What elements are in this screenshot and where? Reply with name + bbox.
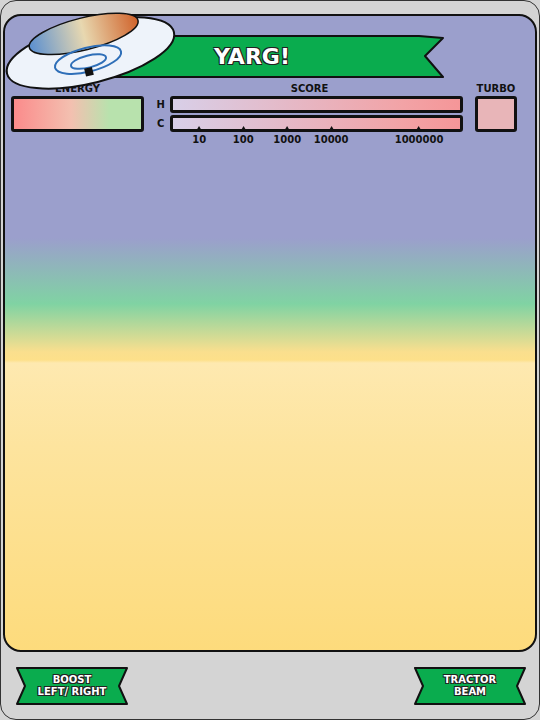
tick-label: 100	[233, 134, 254, 145]
tick-label: 10	[192, 134, 206, 145]
score-fill	[173, 99, 460, 110]
tick-mark	[196, 126, 202, 131]
score-meter: SCORE HC 10 100 1000 10000 1000000	[156, 83, 463, 154]
score-bar	[170, 96, 463, 113]
score-tick: 10	[192, 126, 206, 145]
score-scale: 10 100 1000 10000 1000000	[170, 132, 463, 154]
score-row: H	[156, 96, 463, 113]
tick-label: 1000	[273, 134, 301, 145]
play-field: YARG! ENERGY SCORE HC 10 100 1000 10000 1000000 T…	[3, 14, 537, 652]
tick-mark	[416, 126, 422, 131]
control-button[interactable]: BOOSTLEFT/ RIGHT	[15, 666, 129, 706]
turbo-fill	[478, 99, 514, 129]
turbo-label: TURBO	[477, 83, 516, 95]
score-tick: 10000	[314, 126, 349, 145]
score-row-label: H	[156, 99, 166, 110]
score-row-label: C	[156, 118, 166, 129]
ufo-icon	[1, 1, 179, 93]
control-button-label: BOOSTLEFT/ RIGHT	[24, 670, 121, 702]
score-tick: 1000000	[395, 126, 444, 145]
energy-meter: ENERGY	[11, 83, 144, 132]
control-button-label: TRACTORBEAM	[430, 670, 511, 702]
control-button[interactable]: TRACTORBEAM	[413, 666, 527, 706]
turbo-bar	[475, 96, 517, 132]
energy-bar	[11, 96, 144, 132]
tick-mark	[328, 126, 334, 131]
score-tick: 100	[233, 126, 254, 145]
turbo-meter: TURBO	[475, 83, 517, 132]
energy-fill	[14, 99, 141, 129]
tick-mark	[284, 126, 290, 131]
score-label: SCORE	[291, 83, 329, 95]
score-tick: 1000	[273, 126, 301, 145]
tick-label: 10000	[314, 134, 349, 145]
tick-label: 1000000	[395, 134, 444, 145]
tick-mark	[240, 126, 246, 131]
title: YARG!	[214, 44, 330, 69]
game-screen: YARG! ENERGY SCORE HC 10 100 1000 10000 1000000 T…	[0, 0, 540, 720]
